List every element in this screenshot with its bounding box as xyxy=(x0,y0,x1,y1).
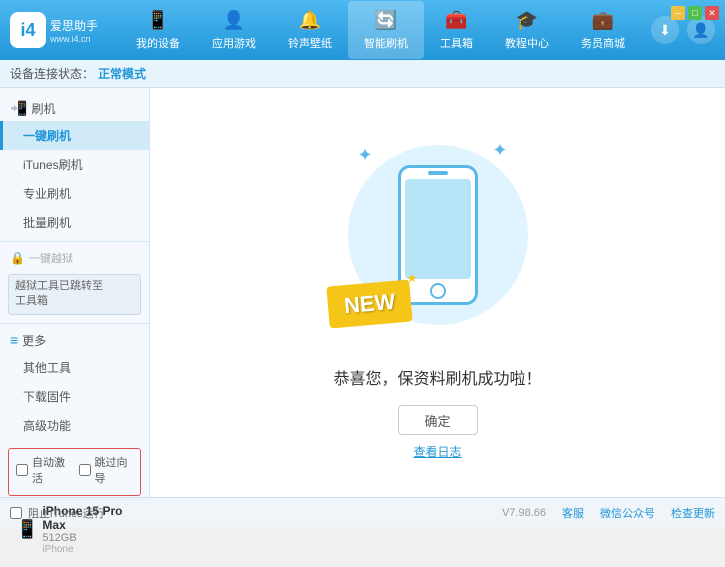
bottom-right: V7.98.66 客服 微信公众号 检查更新 xyxy=(502,505,715,521)
topbar: i4 爱思助手 www.i4.cn 📱 我的设备 👤 应用游戏 🔔 铃声壁纸 🔄… xyxy=(0,0,725,60)
auto-activate-label[interactable]: 自动激活 xyxy=(32,454,71,486)
tab-tutorial-label: 教程中心 xyxy=(505,35,549,51)
tab-merchant-label: 务员商城 xyxy=(581,35,625,51)
version-label: V7.98.66 xyxy=(502,507,546,519)
check-update-link[interactable]: 检查更新 xyxy=(671,505,715,521)
sidebar-disabled-jailbreak: 🔒 一键越狱 xyxy=(0,246,149,270)
success-text: 恭喜您，保资料刷机成功啦！ xyxy=(333,365,541,389)
sidebar-notice: 越狱工具已跳转至 工具箱 xyxy=(8,274,141,315)
tab-my-device-label: 我的设备 xyxy=(136,35,180,51)
statusbar: 设备连接状态： 正常模式 xyxy=(0,60,725,88)
logo-area: i4 爱思助手 www.i4.cn xyxy=(10,12,110,48)
itunes-checkbox[interactable] xyxy=(10,507,22,519)
apps-games-icon: 👤 xyxy=(223,9,245,31)
tab-apps-games[interactable]: 👤 应用游戏 xyxy=(196,1,272,59)
tab-apps-games-label: 应用游戏 xyxy=(212,35,256,51)
tab-tutorial[interactable]: 🎓 教程中心 xyxy=(489,1,565,59)
tab-my-device[interactable]: 📱 我的设备 xyxy=(120,1,196,59)
auto-activate-checkbox[interactable] xyxy=(16,464,28,476)
tab-merchant[interactable]: 💼 务员商城 xyxy=(565,1,641,59)
guide-skip-label[interactable]: 跳过向导 xyxy=(95,454,134,486)
sidebar-item-pro-flash[interactable]: 专业刷机 xyxy=(0,179,149,208)
sidebar-item-other-tools[interactable]: 其他工具 xyxy=(0,353,149,382)
tab-smart-flash[interactable]: 🔄 智能刷机 xyxy=(348,1,424,59)
tab-ringtones-label: 铃声壁纸 xyxy=(288,35,332,51)
tab-toolbox[interactable]: 🧰 工具箱 xyxy=(424,1,489,59)
flash-section-icon: 📲 xyxy=(10,100,27,117)
sparkle-top-left: ✦ xyxy=(358,145,373,166)
flash-section-label: 刷机 xyxy=(31,100,55,117)
logo-name: 爱思助手 xyxy=(50,17,98,34)
logo-text: 爱思助手 www.i4.cn xyxy=(50,17,98,44)
ringtones-icon: 🔔 xyxy=(299,9,321,31)
more-section-label: 更多 xyxy=(22,332,46,349)
device-phone-icon: 📱 xyxy=(16,519,38,540)
tab-ringtones[interactable]: 🔔 铃声壁纸 xyxy=(272,1,348,59)
logo-url: www.i4.cn xyxy=(50,34,98,44)
tab-smart-flash-label: 智能刷机 xyxy=(364,35,408,51)
new-banner: NEW ★ xyxy=(326,279,413,328)
toolbox-icon: 🧰 xyxy=(446,9,468,31)
window-controls: ─ □ ✕ xyxy=(671,6,719,20)
tutorial-icon: 🎓 xyxy=(516,9,538,31)
bottom-highlight-box: 自动激活 跳过向导 xyxy=(8,448,141,496)
confirm-button[interactable]: 确定 xyxy=(398,405,478,435)
topbar-right: ⬇ 👤 xyxy=(651,16,715,44)
itunes-label: 阻止iTunes运行 xyxy=(28,505,105,521)
customer-service-link[interactable]: 客服 xyxy=(562,505,584,521)
more-section-header: ≡ 更多 xyxy=(0,328,149,353)
bottom-left: 阻止iTunes运行 xyxy=(10,505,105,521)
nav-tabs: 📱 我的设备 👤 应用游戏 🔔 铃声壁纸 🔄 智能刷机 🧰 工具箱 🎓 教程中心… xyxy=(110,1,651,59)
tab-toolbox-label: 工具箱 xyxy=(440,35,473,51)
phone-top-btn xyxy=(428,171,448,175)
logo-icon: i4 xyxy=(10,12,46,48)
phone-illustration: ✦ ✦ NEW ★ xyxy=(338,125,538,345)
sidebar-item-batch-flash[interactable]: 批量刷机 xyxy=(0,208,149,237)
sidebar: 📲 刷机 一键刷机 iTunes刷机 专业刷机 批量刷机 🔒 一键越狱 越狱工具… xyxy=(0,88,150,497)
notice-text: 越狱工具已跳转至 工具箱 xyxy=(15,280,103,307)
status-prefix: 设备连接状态： xyxy=(10,65,94,82)
phone-screen xyxy=(405,179,471,279)
sidebar-item-itunes-flash[interactable]: iTunes刷机 xyxy=(0,150,149,179)
disabled-label: 一键越狱 xyxy=(29,250,73,266)
sidebar-item-download-firmware[interactable]: 下载固件 xyxy=(0,382,149,411)
maximize-button[interactable]: □ xyxy=(688,6,702,20)
guide-skip-checkbox[interactable] xyxy=(79,464,91,476)
lock-icon: 🔒 xyxy=(10,251,25,265)
sidebar-bottom: 自动激活 跳过向导 📱 iPhone 15 Pro Max 512GB iPho… xyxy=(0,440,149,567)
new-text: NEW xyxy=(342,289,395,318)
star-icon: ★ xyxy=(405,271,417,286)
more-section-icon: ≡ xyxy=(10,332,18,348)
sidebar-item-one-key-flash[interactable]: 一键刷机 xyxy=(0,121,149,150)
my-device-icon: 📱 xyxy=(147,9,169,31)
device-entry-type: iPhone xyxy=(42,544,133,555)
download-button[interactable]: ⬇ xyxy=(651,16,679,44)
main-layout: 📲 刷机 一键刷机 iTunes刷机 专业刷机 批量刷机 🔒 一键越狱 越狱工具… xyxy=(0,88,725,497)
sidebar-divider-1 xyxy=(0,241,149,242)
minimize-button[interactable]: ─ xyxy=(671,6,685,20)
user-button[interactable]: 👤 xyxy=(687,16,715,44)
phone-home-btn xyxy=(430,283,446,299)
status-value: 正常模式 xyxy=(98,65,146,82)
wechat-link[interactable]: 微信公众号 xyxy=(600,505,655,521)
main-content: ✦ ✦ NEW ★ 恭喜您，保资料刷机成功啦！ 确定 查看日志 xyxy=(150,88,725,497)
close-button[interactable]: ✕ xyxy=(705,6,719,20)
flash-section-header: 📲 刷机 xyxy=(0,96,149,121)
log-link[interactable]: 查看日志 xyxy=(413,443,461,460)
merchant-icon: 💼 xyxy=(592,9,614,31)
sidebar-item-advanced[interactable]: 高级功能 xyxy=(0,411,149,440)
sidebar-divider-2 xyxy=(0,323,149,324)
sparkle-top-right: ✦ xyxy=(492,140,507,161)
device-entry-size: 512GB xyxy=(42,532,133,544)
smart-flash-icon: 🔄 xyxy=(375,9,397,31)
auto-activate-row: 自动激活 跳过向导 xyxy=(12,452,137,488)
